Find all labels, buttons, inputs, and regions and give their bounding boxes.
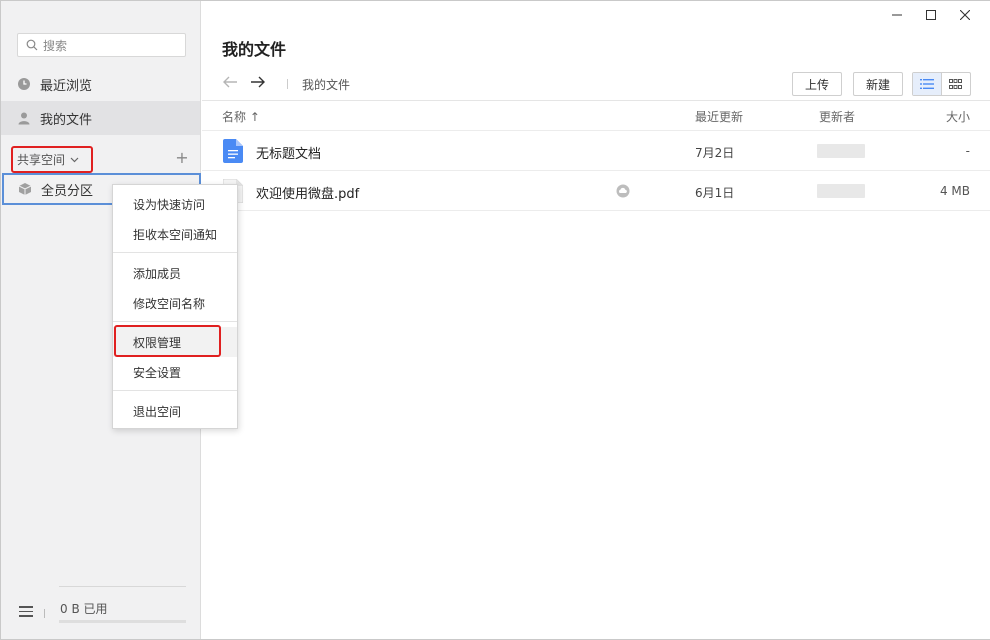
new-button[interactable]: 新建 xyxy=(853,72,903,96)
sidebar-item-label: 我的文件 xyxy=(40,112,93,128)
updater-avatar xyxy=(817,144,865,158)
menu-item-add-members[interactable]: 添加成员 xyxy=(113,258,237,288)
context-menu: 设为快速访问 拒收本空间通知 添加成员 修改空间名称 权限管理 安全设置 退出空… xyxy=(112,184,238,429)
column-updated[interactable]: 最近更新 xyxy=(695,108,743,125)
hamburger-menu-icon[interactable] xyxy=(19,606,33,618)
breadcrumb[interactable]: 我的文件 xyxy=(302,76,350,93)
maximize-icon[interactable] xyxy=(914,7,948,23)
menu-divider xyxy=(113,321,237,322)
toolbar: 我的文件 上传 新建 xyxy=(202,67,990,101)
column-updater[interactable]: 更新者 xyxy=(819,108,855,125)
menu-divider xyxy=(113,390,237,391)
search-placeholder: 搜索 xyxy=(43,38,68,53)
divider xyxy=(59,586,186,587)
app-window: 搜索 最近浏览 我的文件 共享空间 + 全员分区 0 B 已用 我的文件 我的文… xyxy=(0,0,990,640)
person-icon xyxy=(17,111,31,125)
chevron-down-icon xyxy=(70,157,79,162)
minimize-icon[interactable] xyxy=(880,7,914,23)
sidebar-item-label: 最近浏览 xyxy=(40,78,93,94)
sidebar-item-recent[interactable]: 最近浏览 xyxy=(1,67,200,101)
page-title: 我的文件 xyxy=(222,40,287,59)
storage-usage: 0 B 已用 xyxy=(60,602,108,616)
forward-arrow-icon[interactable] xyxy=(250,75,268,91)
cloud-icon xyxy=(616,184,630,202)
clock-icon xyxy=(17,77,31,91)
add-space-icon[interactable]: + xyxy=(175,150,189,166)
highlight-box xyxy=(114,325,221,357)
file-name: 欢迎使用微盘.pdf xyxy=(256,187,360,202)
table-row[interactable]: 无标题文档 7月2日 - xyxy=(202,131,990,171)
search-input[interactable]: 搜索 xyxy=(17,33,186,57)
search-icon xyxy=(26,39,38,51)
divider xyxy=(44,609,45,618)
file-name: 无标题文档 xyxy=(256,147,322,162)
main-panel: 我的文件 我的文件 上传 新建 名称 ↑ 最近更新 更新者 大小 无标题文档 7… xyxy=(202,1,990,639)
menu-item-leave-space[interactable]: 退出空间 xyxy=(113,396,237,426)
list-view-icon[interactable] xyxy=(913,73,942,95)
window-controls xyxy=(880,7,982,23)
menu-item-security-settings[interactable]: 安全设置 xyxy=(113,357,237,387)
file-date: 6月1日 xyxy=(695,186,735,200)
close-icon[interactable] xyxy=(948,7,982,23)
menu-item-mute-notifications[interactable]: 拒收本空间通知 xyxy=(113,219,237,249)
cube-icon xyxy=(18,182,32,196)
space-item-label: 全员分区 xyxy=(41,183,94,199)
sidebar-footer: 0 B 已用 xyxy=(1,586,200,636)
menu-item-quick-access[interactable]: 设为快速访问 xyxy=(113,189,237,219)
updater-avatar xyxy=(817,184,865,198)
shared-spaces-label: 共享空间 xyxy=(17,153,66,167)
back-arrow-icon[interactable] xyxy=(222,75,240,91)
document-icon xyxy=(223,139,243,167)
table-row[interactable]: 欢迎使用微盘.pdf 6月1日 4 MB xyxy=(202,171,990,211)
divider xyxy=(287,79,288,89)
menu-divider xyxy=(113,252,237,253)
column-size[interactable]: 大小 xyxy=(946,108,970,125)
file-date: 7月2日 xyxy=(695,146,735,160)
file-size: 4 MB xyxy=(939,184,970,198)
column-name[interactable]: 名称 ↑ xyxy=(222,108,260,125)
shared-spaces-header[interactable]: 共享空间 xyxy=(11,146,93,173)
file-size: - xyxy=(965,144,970,158)
upload-button[interactable]: 上传 xyxy=(792,72,842,96)
sidebar-item-my-files[interactable]: 我的文件 xyxy=(1,101,200,135)
grid-view-icon[interactable] xyxy=(942,73,970,95)
storage-bar xyxy=(59,620,186,623)
view-toggle xyxy=(912,72,971,96)
menu-item-rename-space[interactable]: 修改空间名称 xyxy=(113,288,237,318)
table-header: 名称 ↑ 最近更新 更新者 大小 xyxy=(202,101,990,131)
